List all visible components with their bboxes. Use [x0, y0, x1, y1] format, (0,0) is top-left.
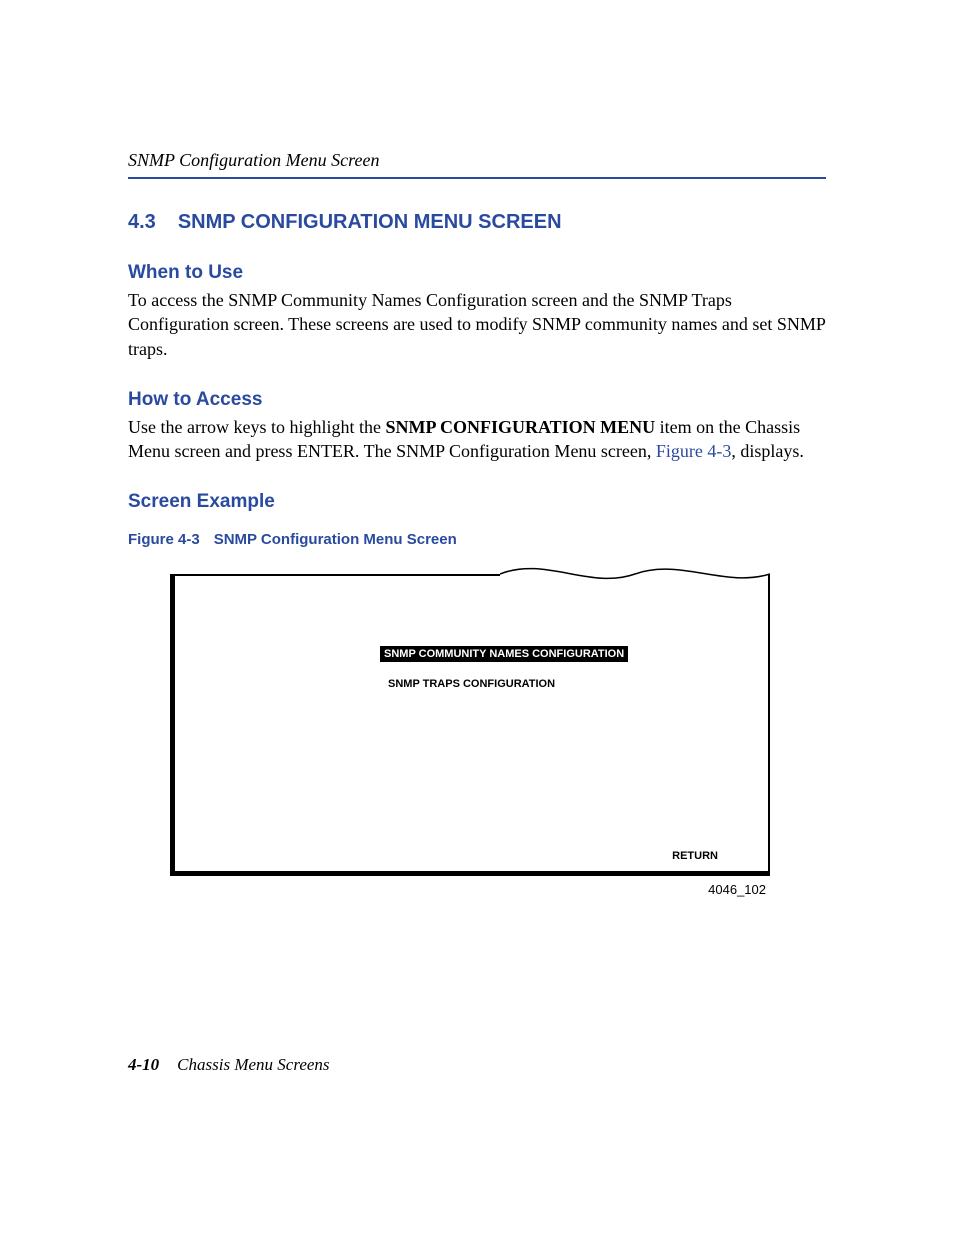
- figure-id: 4046_102: [170, 882, 770, 897]
- page-footer: 4-10 Chassis Menu Screens: [128, 1055, 330, 1075]
- terminal-border: [170, 871, 770, 876]
- terminal-screenshot: SNMP COMMUNITY NAMES CONFIGURATION SNMP …: [170, 566, 770, 876]
- figure-cross-reference-link[interactable]: Figure 4-3: [656, 441, 732, 461]
- page-number: 4-10: [128, 1055, 159, 1074]
- footer-title: Chassis Menu Screens: [177, 1055, 329, 1074]
- section-number: 4.3: [128, 211, 156, 234]
- subheading-how-to-access: How to Access: [128, 389, 826, 411]
- menu-item-traps[interactable]: SNMP TRAPS CONFIGURATION: [384, 676, 559, 692]
- terminal-border: [768, 574, 770, 876]
- how-to-access-suffix: , displays.: [731, 441, 804, 461]
- running-header: SNMP Configuration Menu Screen: [128, 150, 826, 179]
- how-to-access-body: Use the arrow keys to highlight the SNMP…: [128, 415, 826, 464]
- figure-title: SNMP Configuration Menu Screen: [214, 531, 457, 548]
- section-title: SNMP CONFIGURATION MENU SCREEN: [178, 211, 562, 233]
- figure-caption: Figure 4-3 SNMP Configuration Menu Screen: [128, 531, 826, 548]
- figure-label: Figure 4-3: [128, 531, 200, 548]
- terminal-border: [170, 574, 500, 576]
- document-page: SNMP Configuration Menu Screen 4.3 SNMP C…: [0, 0, 954, 1235]
- terminal-border: [170, 574, 175, 876]
- section-heading: 4.3 SNMP CONFIGURATION MENU SCREEN: [128, 211, 826, 234]
- subheading-screen-example: Screen Example: [128, 491, 826, 513]
- figure-wrap: SNMP COMMUNITY NAMES CONFIGURATION SNMP …: [170, 566, 770, 897]
- how-to-access-prefix: Use the arrow keys to highlight the: [128, 417, 385, 437]
- menu-item-community-names[interactable]: SNMP COMMUNITY NAMES CONFIGURATION: [380, 646, 628, 662]
- when-to-use-body: To access the SNMP Community Names Confi…: [128, 288, 826, 361]
- how-to-access-bold: SNMP CONFIGURATION MENU: [385, 417, 655, 437]
- terminal-content: SNMP COMMUNITY NAMES CONFIGURATION SNMP …: [180, 586, 764, 866]
- subheading-when-to-use: When to Use: [128, 262, 826, 284]
- return-button[interactable]: RETURN: [672, 850, 718, 862]
